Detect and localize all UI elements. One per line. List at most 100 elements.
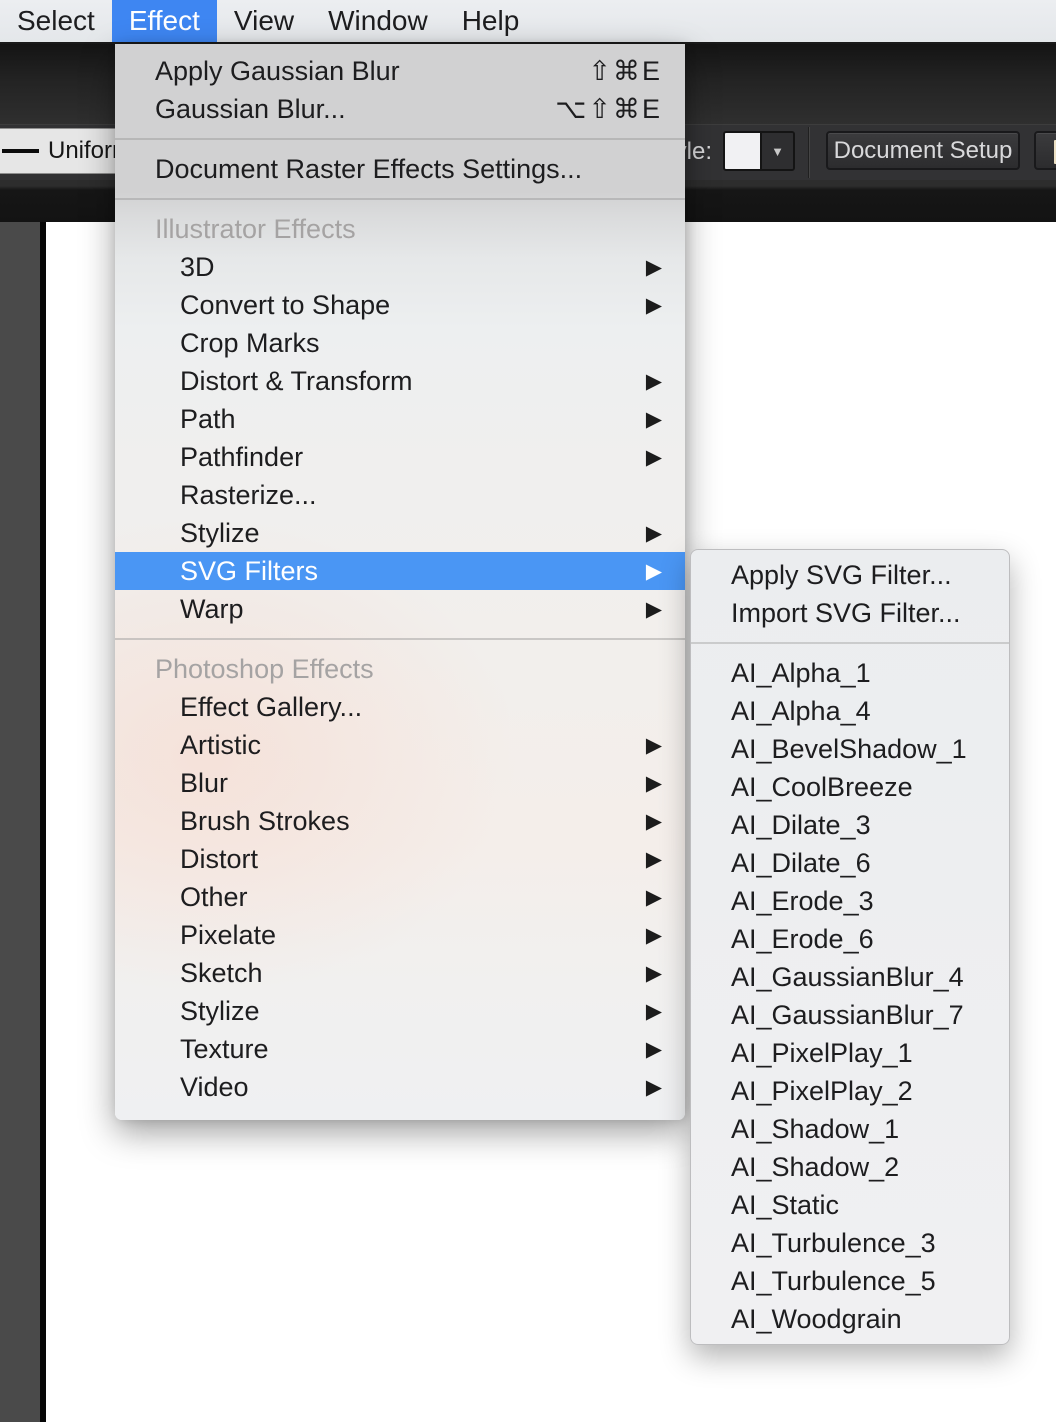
- submenu-arrow-icon: ▶: [646, 887, 662, 908]
- menu-padding: [115, 44, 685, 52]
- submenu-arrow-icon: ▶: [646, 371, 662, 392]
- separator-line: [691, 642, 1009, 644]
- menu-item-label: Distort: [180, 844, 258, 875]
- menu-item-label: Effect Gallery...: [180, 692, 362, 723]
- chevron-down-icon[interactable]: ▼: [760, 133, 793, 169]
- menu-item-texture[interactable]: Texture▶: [115, 1030, 685, 1068]
- menu-item-label: Rasterize...: [180, 480, 317, 511]
- menu-item-label: Photoshop Effects: [155, 654, 374, 685]
- menu-item-label: AI_GaussianBlur_4: [731, 962, 964, 993]
- menu-item-import-svg-filter[interactable]: Import SVG Filter...: [691, 594, 1009, 632]
- menu-item-ai-static[interactable]: AI_Static: [691, 1186, 1009, 1224]
- menu-item-label: Warp: [180, 594, 244, 625]
- menubar-item-help[interactable]: Help: [445, 0, 537, 42]
- menu-item-ai-shadow-1[interactable]: AI_Shadow_1: [691, 1110, 1009, 1148]
- menu-item-apply-gaussian-blur[interactable]: Apply Gaussian Blur⇧⌘E: [115, 52, 685, 90]
- menu-item-ai-coolbreeze[interactable]: AI_CoolBreeze: [691, 768, 1009, 806]
- menu-item-pathfinder[interactable]: Pathfinder▶: [115, 438, 685, 476]
- menu-item-ai-turbulence-5[interactable]: AI_Turbulence_5: [691, 1262, 1009, 1300]
- menubar-item-select[interactable]: Select: [0, 0, 112, 42]
- stroke-profile-dropdown[interactable]: Uniform: [0, 128, 119, 174]
- menu-item-stylize[interactable]: Stylize▶: [115, 992, 685, 1030]
- menu-item-label: AI_PixelPlay_2: [731, 1076, 913, 1107]
- menu-separator: [115, 188, 685, 210]
- submenu-arrow-icon: ▶: [646, 295, 662, 316]
- menu-item-label: AI_Turbulence_5: [731, 1266, 936, 1297]
- menu-item-convert-to-shape[interactable]: Convert to Shape▶: [115, 286, 685, 324]
- menu-item-label: 3D: [180, 252, 215, 283]
- menu-item-stylize[interactable]: Stylize▶: [115, 514, 685, 552]
- menu-item-label: Other: [180, 882, 248, 913]
- style-swatch-dropdown[interactable]: ▼: [723, 131, 795, 171]
- menu-item-distort-transform[interactable]: Distort & Transform▶: [115, 362, 685, 400]
- menu-item-distort[interactable]: Distort▶: [115, 840, 685, 878]
- menu-item-ai-turbulence-3[interactable]: AI_Turbulence_3: [691, 1224, 1009, 1262]
- menu-item-ai-gaussianblur-7[interactable]: AI_GaussianBlur_7: [691, 996, 1009, 1034]
- menu-item-label: AI_PixelPlay_1: [731, 1038, 913, 1069]
- menu-item-label: Sketch: [180, 958, 263, 989]
- menu-item-path[interactable]: Path▶: [115, 400, 685, 438]
- submenu-arrow-icon: ▶: [646, 447, 662, 468]
- menu-item-other[interactable]: Other ▶: [115, 878, 685, 916]
- document-setup-button[interactable]: Document Setup: [826, 131, 1020, 170]
- menu-bar: SelectEffectViewWindowHelp: [0, 0, 1056, 44]
- menu-item-ai-pixelplay-2[interactable]: AI_PixelPlay_2: [691, 1072, 1009, 1110]
- menu-section-header-illustrator-effects: Illustrator Effects: [115, 210, 685, 248]
- menubar-item-window[interactable]: Window: [311, 0, 445, 42]
- menu-item-ai-alpha-4[interactable]: AI_Alpha_4: [691, 692, 1009, 730]
- menu-item-3d[interactable]: 3D ▶: [115, 248, 685, 286]
- menu-item-ai-dilate-6[interactable]: AI_Dilate_6: [691, 844, 1009, 882]
- menu-item-ai-erode-3[interactable]: AI_Erode_3: [691, 882, 1009, 920]
- menu-item-ai-bevelshadow-1[interactable]: AI_BevelShadow_1: [691, 730, 1009, 768]
- menu-item-ai-erode-6[interactable]: AI_Erode_6: [691, 920, 1009, 958]
- menu-item-crop-marks[interactable]: Crop Marks: [115, 324, 685, 362]
- toolbar-button-partial[interactable]: [1034, 131, 1056, 170]
- menubar-item-effect[interactable]: Effect: [112, 0, 217, 42]
- menu-item-rasterize[interactable]: Rasterize...: [115, 476, 685, 514]
- menu-item-svg-filters[interactable]: SVG Filters▶: [115, 552, 685, 590]
- menu-item-label: Stylize: [180, 518, 260, 549]
- menu-item-label: AI_Erode_6: [731, 924, 874, 955]
- menu-item-brush-strokes[interactable]: Brush Strokes ▶: [115, 802, 685, 840]
- menu-item-label: AI_Woodgrain: [731, 1304, 902, 1335]
- submenu-arrow-icon: ▶: [646, 963, 662, 984]
- menu-item-sketch[interactable]: Sketch ▶: [115, 954, 685, 992]
- menu-item-label: AI_Turbulence_3: [731, 1228, 936, 1259]
- submenu-arrow-icon: ▶: [646, 735, 662, 756]
- menu-item-label: AI_Shadow_2: [731, 1152, 899, 1183]
- menu-item-label: Apply SVG Filter...: [731, 560, 952, 591]
- stroke-profile-icon: [2, 149, 39, 153]
- menu-separator: [115, 628, 685, 650]
- menu-item-ai-dilate-3[interactable]: AI_Dilate_3: [691, 806, 1009, 844]
- menu-item-label: AI_Shadow_1: [731, 1114, 899, 1145]
- separator-line: [115, 198, 685, 200]
- menu-item-warp[interactable]: Warp▶: [115, 590, 685, 628]
- menu-item-label: Brush Strokes: [180, 806, 350, 837]
- menu-item-effect-gallery[interactable]: Effect Gallery...: [115, 688, 685, 726]
- menu-item-ai-woodgrain[interactable]: AI_Woodgrain: [691, 1300, 1009, 1338]
- menu-item-label: Import SVG Filter...: [731, 598, 961, 629]
- menu-item-ai-pixelplay-1[interactable]: AI_PixelPlay_1: [691, 1034, 1009, 1072]
- menu-item-label: SVG Filters: [180, 556, 318, 587]
- menu-item-artistic[interactable]: Artistic▶: [115, 726, 685, 764]
- menu-item-label: Stylize: [180, 996, 260, 1027]
- submenu-arrow-icon: ▶: [646, 811, 662, 832]
- submenu-arrow-icon: ▶: [646, 257, 662, 278]
- menu-item-label: AI_Erode_3: [731, 886, 874, 917]
- menu-item-ai-alpha-1[interactable]: AI_Alpha_1: [691, 654, 1009, 692]
- toolbar-divider: [808, 127, 810, 178]
- menu-item-apply-svg-filter[interactable]: Apply SVG Filter...: [691, 556, 1009, 594]
- menubar-item-view[interactable]: View: [217, 0, 311, 42]
- menu-item-gaussian-blur[interactable]: Gaussian Blur...⌥⇧⌘E: [115, 90, 685, 128]
- style-swatch: [725, 133, 760, 169]
- menu-item-label: Apply Gaussian Blur: [155, 56, 400, 87]
- menu-item-pixelate[interactable]: Pixelate▶: [115, 916, 685, 954]
- menu-item-document-raster-effects-settings[interactable]: Document Raster Effects Settings...: [115, 150, 685, 188]
- menu-item-ai-gaussianblur-4[interactable]: AI_GaussianBlur_4: [691, 958, 1009, 996]
- menu-item-blur[interactable]: Blur▶: [115, 764, 685, 802]
- menu-item-label: AI_Dilate_3: [731, 810, 871, 841]
- menu-item-video[interactable]: Video▶: [115, 1068, 685, 1106]
- menu-section-header-photoshop-effects: Photoshop Effects: [115, 650, 685, 688]
- menu-item-ai-shadow-2[interactable]: AI_Shadow_2: [691, 1148, 1009, 1186]
- menu-item-label: AI_Alpha_1: [731, 658, 871, 689]
